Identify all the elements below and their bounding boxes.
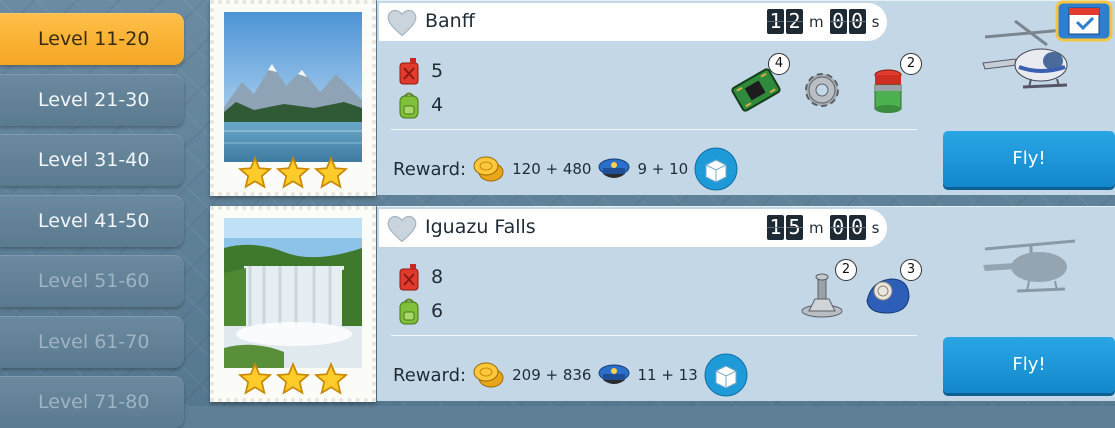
bag-count: 6 xyxy=(431,300,444,322)
timer-digit: 1 xyxy=(767,9,784,34)
sidebar-item-label: Level 61-70 xyxy=(38,331,150,353)
location-stamp xyxy=(210,0,376,196)
level-name: Banff xyxy=(425,10,475,32)
bag-count: 4 xyxy=(431,94,444,116)
timer-digit: 0 xyxy=(829,215,847,240)
required-part xyxy=(795,63,849,117)
fuel-can-icon xyxy=(399,264,419,291)
timer-digit: 0 xyxy=(848,9,866,34)
sidebar-item-level-71-80[interactable]: Level 71-80 xyxy=(0,376,184,428)
star-icon xyxy=(314,362,348,395)
sidebar-item-level-51-60[interactable]: Level 51-60 xyxy=(0,255,184,307)
bag-stat: 4 xyxy=(397,91,443,119)
fuel-count: 5 xyxy=(431,60,444,82)
open-box-icon[interactable] xyxy=(704,353,748,397)
heart-icon[interactable] xyxy=(387,9,417,37)
iguazu-falls-photo xyxy=(224,218,362,368)
fuel-can-icon xyxy=(399,58,419,85)
sidebar-item-label: Level 31-40 xyxy=(38,149,150,171)
backpack-icon xyxy=(399,92,419,119)
coin-reward: 120 + 480 xyxy=(512,160,592,178)
reward-row: Reward: 209 + 836 11 + 13 xyxy=(393,353,748,397)
flight-timer: 1 5 m 0 0 s xyxy=(767,215,883,240)
part-count-badge: 2 xyxy=(900,53,922,75)
level-name: Iguazu Falls xyxy=(425,216,536,238)
fuel-count: 8 xyxy=(431,266,444,288)
sidebar-item-level-31-40[interactable]: Level 31-40 xyxy=(0,134,184,186)
reward-label: Reward: xyxy=(393,364,467,386)
star-icon xyxy=(276,362,310,395)
sidebar-item-label: Level 21-30 xyxy=(38,89,150,111)
level-title-bar: Iguazu Falls 1 5 m 0 0 s xyxy=(379,209,887,247)
fly-button[interactable]: Fly! xyxy=(943,337,1115,393)
timer-digit: 1 xyxy=(767,215,784,240)
coin-reward: 209 + 836 xyxy=(512,366,592,384)
sidebar-item-label: Level 71-80 xyxy=(38,391,150,413)
sidebar-item-level-11-20[interactable]: Level 11-20 xyxy=(0,13,184,65)
reward-row: Reward: 120 + 480 9 + 10 xyxy=(393,147,738,191)
part-count-badge: 2 xyxy=(835,259,857,281)
xp-reward: 11 + 13 xyxy=(637,366,698,384)
heart-icon[interactable] xyxy=(387,215,417,243)
timer-digit: 2 xyxy=(786,9,803,34)
fuel-stat: 5 xyxy=(397,57,443,85)
star-icon xyxy=(238,362,272,395)
backpack-icon xyxy=(399,298,419,325)
sidebar-item-level-61-70[interactable]: Level 61-70 xyxy=(0,316,184,368)
timer-unit-seconds: s xyxy=(871,218,880,237)
timer-digit: 5 xyxy=(786,215,803,240)
pilot-cap-icon xyxy=(598,364,630,384)
level-info-panel: Iguazu Falls 1 5 m 0 0 s 8 6 2 3 Reward:… xyxy=(377,206,1115,401)
level-card-iguazu-falls: Iguazu Falls 1 5 m 0 0 s 8 6 2 3 Reward:… xyxy=(205,204,1115,404)
location-stamp xyxy=(210,206,376,402)
level-info-panel: Banff 1 2 m 0 0 s 5 4 4 2 Reward: 120 + … xyxy=(377,0,1115,195)
timer-digit: 0 xyxy=(829,9,847,34)
star-icon xyxy=(238,156,272,189)
star-icon xyxy=(314,156,348,189)
fly-button[interactable]: Fly! xyxy=(943,131,1115,187)
timer-unit-minutes: m xyxy=(809,12,824,31)
coins-icon xyxy=(473,156,504,182)
flight-timer: 1 2 m 0 0 s xyxy=(767,9,883,34)
part-count-badge: 3 xyxy=(900,259,922,281)
sidebar-item-label: Level 11-20 xyxy=(38,28,150,50)
star-rating xyxy=(238,156,348,190)
star-icon xyxy=(276,156,310,189)
sidebar-item-label: Level 41-50 xyxy=(38,210,150,232)
sidebar-item-level-41-50[interactable]: Level 41-50 xyxy=(0,195,184,247)
helicopter-silhouette-icon xyxy=(983,239,1076,293)
sidebar-item-label: Level 51-60 xyxy=(38,270,150,292)
banff-photo xyxy=(224,12,362,162)
gear-icon xyxy=(805,73,839,107)
coins-icon xyxy=(473,362,504,388)
fuel-stat: 8 xyxy=(397,263,443,291)
star-rating xyxy=(238,362,348,396)
part-count-badge: 4 xyxy=(768,53,790,75)
calendar-badge-icon[interactable] xyxy=(1055,0,1113,42)
divider xyxy=(391,129,917,130)
timer-unit-minutes: m xyxy=(809,218,824,237)
xp-reward: 9 + 10 xyxy=(637,160,689,178)
pilot-cap-icon xyxy=(598,158,630,178)
level-range-sidebar: Level 11-20 Level 21-30 Level 31-40 Leve… xyxy=(0,0,190,428)
timer-unit-seconds: s xyxy=(871,12,880,31)
reward-label: Reward: xyxy=(393,158,467,180)
timer-digit: 0 xyxy=(848,215,866,240)
sidebar-item-level-21-30[interactable]: Level 21-30 xyxy=(0,74,184,126)
divider xyxy=(391,335,917,336)
level-title-bar: Banff 1 2 m 0 0 s xyxy=(379,3,887,41)
open-box-icon[interactable] xyxy=(694,147,738,191)
level-card-banff: Banff 1 2 m 0 0 s 5 4 4 2 Reward: 120 + … xyxy=(205,0,1115,198)
bag-stat: 6 xyxy=(397,297,443,325)
